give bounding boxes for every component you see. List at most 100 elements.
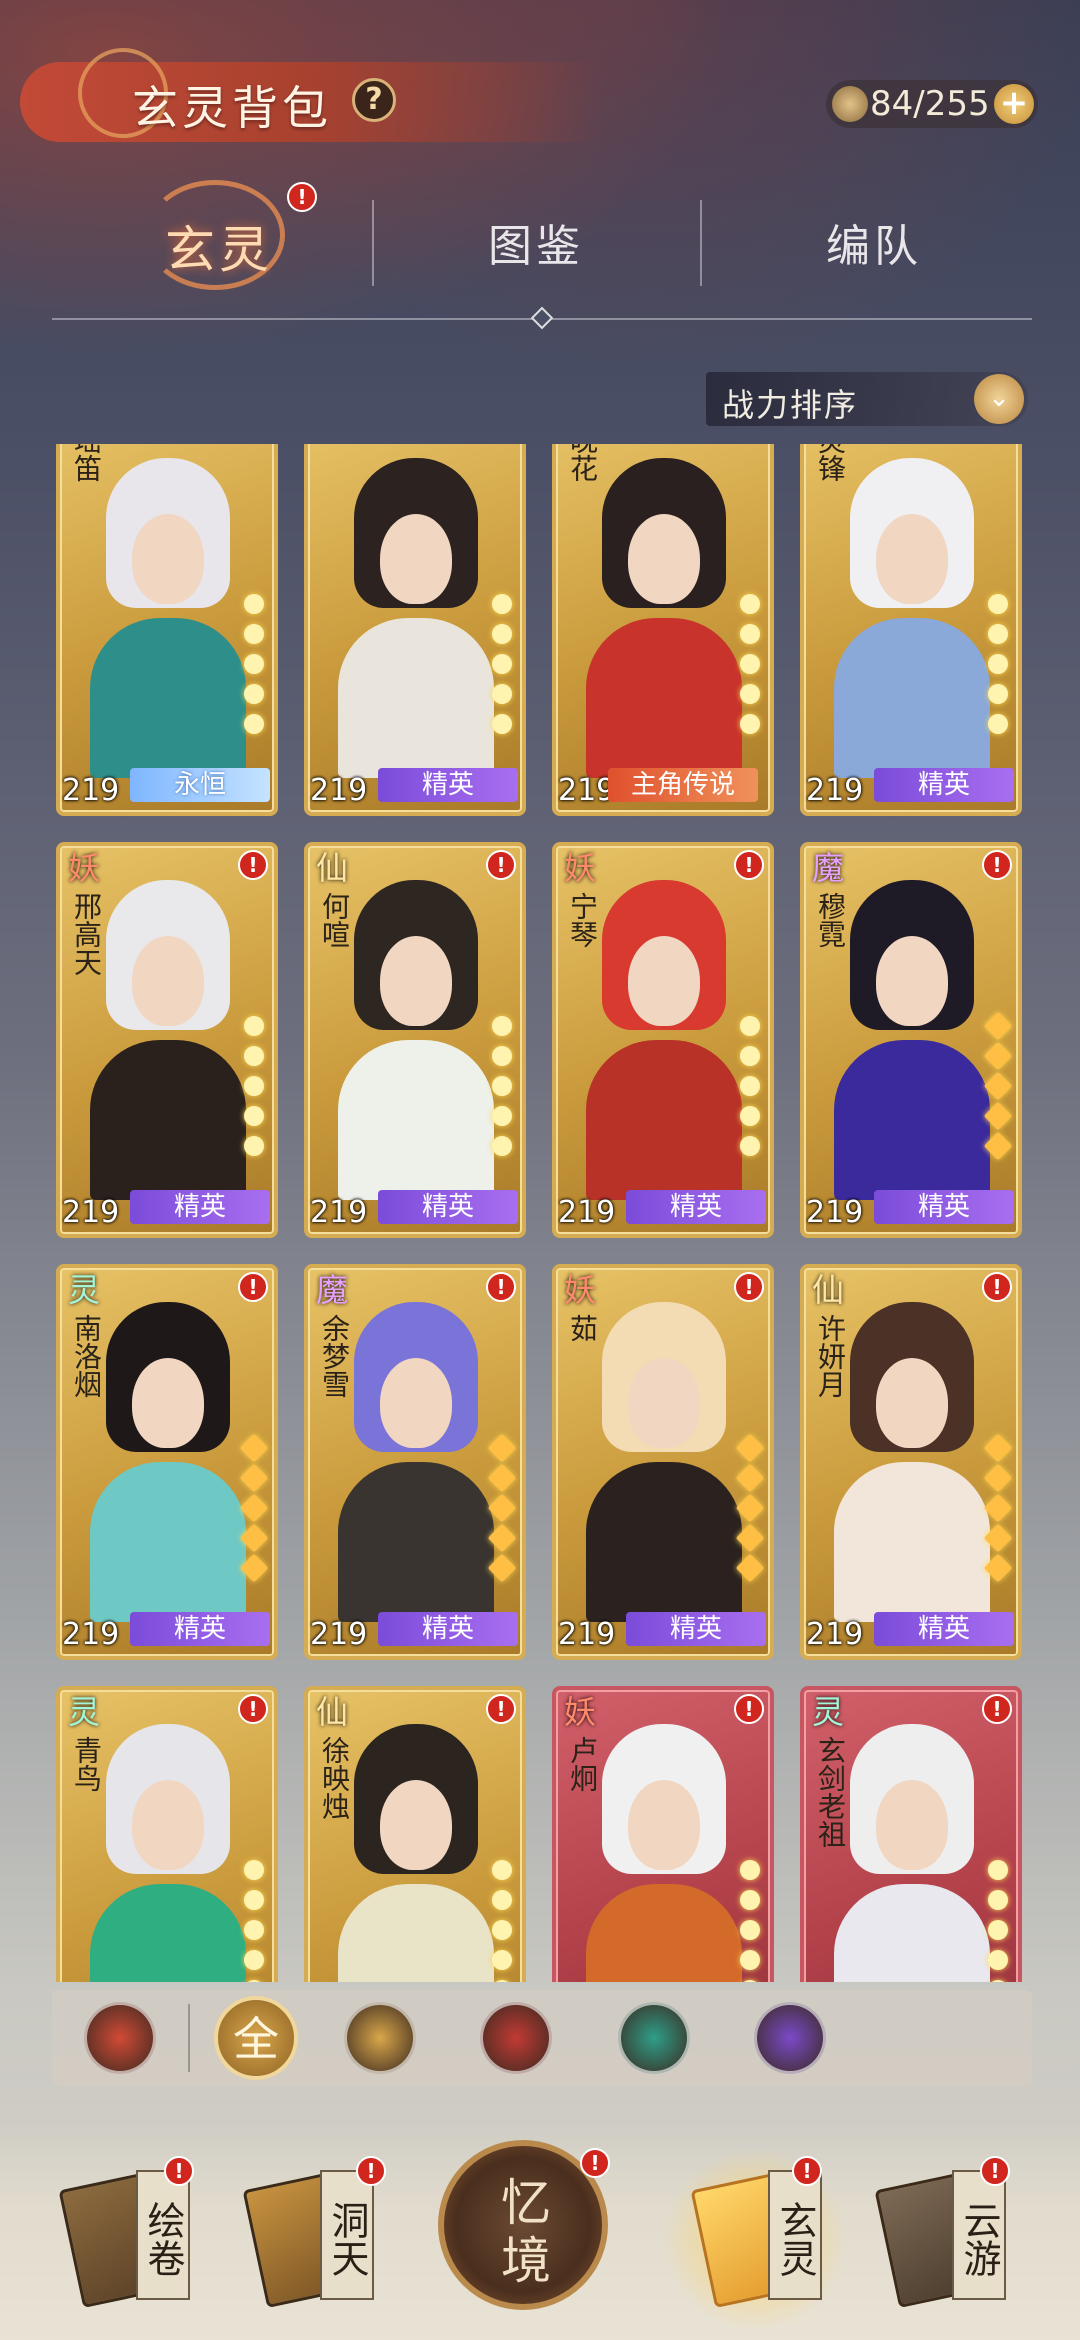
- character-card[interactable]: 灵南洛烟! 219 精英: [56, 1264, 278, 1660]
- star-rank: [740, 1016, 762, 1166]
- character-name: 余梦雪: [318, 1314, 351, 1398]
- character-card[interactable]: 魔穆霓! 219 精英: [800, 842, 1022, 1238]
- character-level: 219: [806, 773, 864, 808]
- character-card[interactable]: 灵玄剑老祖!: [800, 1686, 1022, 1982]
- star-icon: [740, 1016, 760, 1036]
- character-name: 晚花: [566, 444, 599, 482]
- portrait-body: [586, 1462, 742, 1622]
- flame-spirit-icon[interactable]: [618, 2002, 690, 2074]
- demon-icon[interactable]: [754, 2002, 826, 2074]
- alert-badge: !: [486, 850, 516, 880]
- nav-huijuan[interactable]: 绘卷 !: [40, 2156, 210, 2320]
- star-rank: [740, 594, 762, 744]
- star-icon: [244, 1980, 264, 1982]
- portrait-face: [132, 1780, 204, 1870]
- alert-badge: !: [486, 1694, 516, 1724]
- star-icon: [239, 1433, 269, 1463]
- character-card[interactable]: 妖卢炯!: [552, 1686, 774, 1982]
- star-icon: [492, 624, 512, 644]
- rarity-label: 精英: [626, 1612, 766, 1646]
- faction-icon: 仙: [315, 849, 348, 887]
- character-card[interactable]: 晚花 219 主角传说: [552, 444, 774, 816]
- portrait-face: [628, 936, 700, 1026]
- faction-icon: 仙: [811, 1271, 844, 1309]
- star-icon: [487, 1523, 517, 1553]
- star-icon: [239, 1523, 269, 1553]
- triangle-faction-icon[interactable]: [84, 2002, 156, 2074]
- character-card[interactable]: 灵锋 219 精英: [800, 444, 1022, 816]
- star-icon: [988, 1980, 1008, 1982]
- character-level: 219: [62, 1617, 120, 1652]
- character-level: 219: [806, 1195, 864, 1230]
- rarity-label: 主角传说: [608, 768, 758, 802]
- star-rank: [740, 1860, 762, 1982]
- character-level: 219: [806, 1617, 864, 1652]
- star-icon: [487, 1433, 517, 1463]
- nav-yunyou[interactable]: 云游 !: [856, 2156, 1026, 2320]
- character-card[interactable]: 魔余梦雪! 219 精英: [304, 1264, 526, 1660]
- character-card[interactable]: 仙许妍月! 219 精英: [800, 1264, 1022, 1660]
- portrait-body: [586, 1040, 742, 1200]
- character-card[interactable]: 灵青鸟!: [56, 1686, 278, 1982]
- portrait-body: [834, 1884, 990, 1982]
- portrait-body: [90, 618, 246, 778]
- character-card[interactable]: 仙何喧! 219 精英: [304, 842, 526, 1238]
- star-icon: [492, 594, 512, 614]
- star-rank: [988, 594, 1010, 744]
- tab-tujian[interactable]: 图鉴: [488, 210, 584, 274]
- tab-xuanling-badge: !: [287, 182, 317, 212]
- tab-xuanling[interactable]: 玄灵: [165, 210, 273, 282]
- star-icon: [983, 1553, 1013, 1583]
- character-card[interactable]: 219 精英: [304, 444, 526, 816]
- star-icon: [244, 1920, 264, 1940]
- character-card[interactable]: 妖邢高天! 219 精英: [56, 842, 278, 1238]
- star-icon: [740, 1076, 760, 1096]
- alert-badge: !: [982, 1694, 1012, 1724]
- star-icon: [492, 654, 512, 674]
- portrait-face: [132, 936, 204, 1026]
- star-icon: [740, 1860, 760, 1880]
- character-card[interactable]: 瑶笛 219 永恒: [56, 444, 278, 816]
- star-icon: [244, 1076, 264, 1096]
- star-icon: [983, 1493, 1013, 1523]
- faction-icon: 魔: [315, 1271, 348, 1309]
- tab-biandui[interactable]: 编队: [826, 210, 922, 274]
- help-button[interactable]: ?: [352, 78, 396, 122]
- star-icon: [740, 684, 760, 704]
- character-card[interactable]: 妖宁琴! 219 精英: [552, 842, 774, 1238]
- star-icon: [740, 594, 760, 614]
- lotus-icon[interactable]: [344, 2002, 416, 2074]
- alert-badge: !: [982, 850, 1012, 880]
- expand-capacity-button[interactable]: +: [994, 84, 1034, 124]
- rarity-label: 精英: [874, 1612, 1014, 1646]
- sort-dropdown[interactable]: 战力排序 ⌄: [706, 372, 1028, 426]
- star-icon: [244, 1016, 264, 1036]
- star-icon: [735, 1523, 765, 1553]
- rarity-label: 精英: [378, 1190, 518, 1224]
- star-icon: [492, 1980, 512, 1982]
- character-name: 何喧: [318, 892, 351, 948]
- character-portrait: [572, 1292, 756, 1622]
- nav-yijing-label: 忆境: [501, 2174, 551, 2290]
- portrait-face: [380, 514, 452, 604]
- nav-xuanling-label: 玄灵: [768, 2170, 822, 2300]
- character-name: 许妍月: [814, 1314, 847, 1398]
- nav-xuanling-badge: !: [792, 2156, 822, 2186]
- star-rank: [244, 1860, 266, 1982]
- all-icon[interactable]: 全: [214, 1996, 298, 2080]
- portrait-face: [628, 514, 700, 604]
- rarity-label: 精英: [874, 1190, 1014, 1224]
- spider-icon[interactable]: [480, 2002, 552, 2074]
- character-level: 219: [310, 773, 368, 808]
- star-icon: [740, 1980, 760, 1982]
- character-card[interactable]: 妖茹! 219 精英: [552, 1264, 774, 1660]
- portrait-body: [338, 618, 494, 778]
- character-card[interactable]: 仙徐映烛!: [304, 1686, 526, 1982]
- character-portrait: [324, 1292, 508, 1622]
- nav-xuanling[interactable]: 玄灵 !: [672, 2156, 842, 2320]
- nav-dongtian[interactable]: 洞天 !: [224, 2156, 394, 2320]
- chevron-double-down-icon[interactable]: ⌄: [974, 374, 1024, 424]
- rarity-label: 精英: [130, 1612, 270, 1646]
- star-icon: [988, 654, 1008, 674]
- character-level: 219: [558, 773, 616, 808]
